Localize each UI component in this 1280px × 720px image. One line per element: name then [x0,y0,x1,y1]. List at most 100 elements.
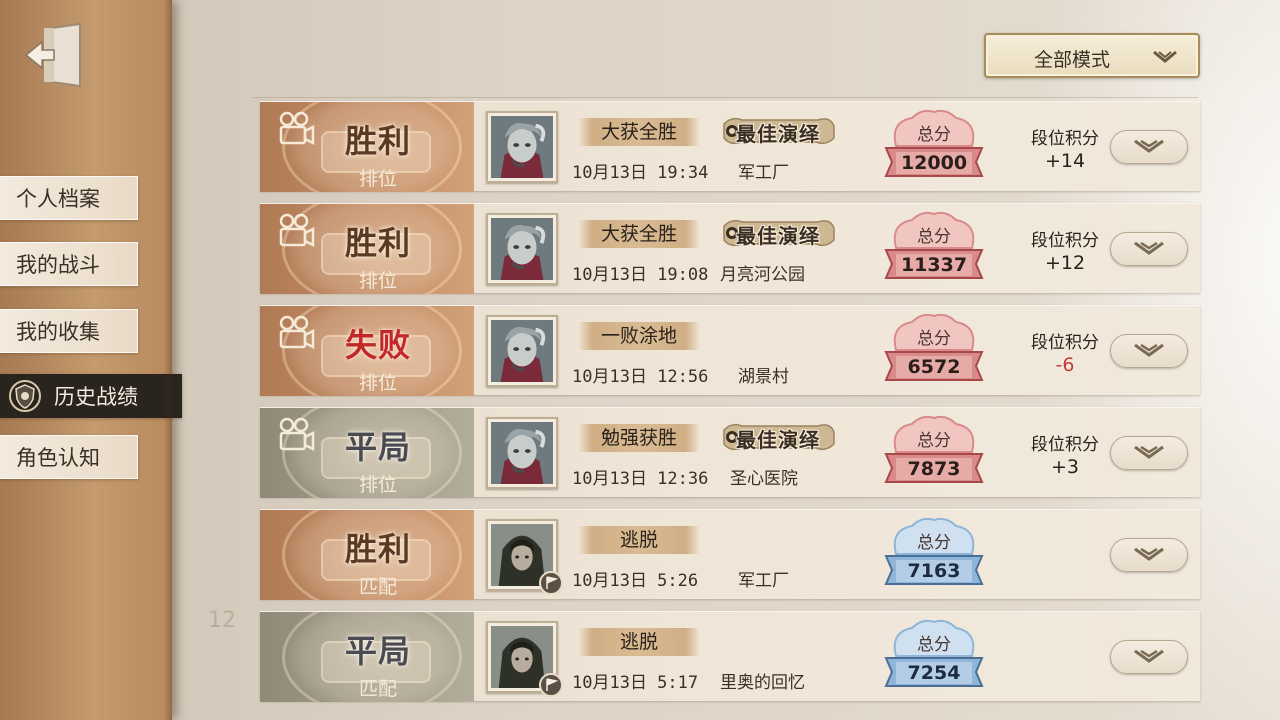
total-score-label: 总分 [917,431,951,451]
character-portrait [486,213,558,285]
nav-item-my-collection[interactable]: 我的收集 [0,309,138,353]
background-number: 12 [208,608,236,633]
map-name: 月亮河公园 [720,265,805,285]
mode-filter-label: 全部模式 [1034,49,1111,71]
outcome-label: 大获全胜 [578,220,700,248]
flag-icon [539,673,563,697]
total-score-badge: 总分 11337 [882,210,986,290]
match-result: 胜利 [344,530,411,568]
map-name: 圣心医院 [730,469,798,489]
match-datetime: 10月13日 5:17 [572,673,699,693]
total-score-label: 总分 [917,329,951,349]
chevron-down-icon [1134,649,1164,663]
expand-details-button[interactable] [1110,232,1188,266]
rank-points-label: 段位积分 [1031,333,1099,353]
match-datetime: 10月13日 12:56 [572,367,709,387]
total-score-badge: 总分 7163 [882,516,986,596]
map-name: 军工厂 [738,163,789,183]
result-badge: 失败 排位 [260,306,474,396]
map-name: 里奥的回忆 [720,673,805,693]
chevron-down-icon [1134,139,1164,153]
expand-details-button[interactable] [1110,436,1188,470]
outcome-label: 一败涂地 [578,322,700,350]
outcome-label: 逃脱 [578,526,700,554]
nav-item-match-history[interactable]: 历史战绩 [0,374,182,418]
rank-points-value: +14 [1044,150,1086,172]
chevron-down-icon [1134,241,1164,255]
rank-points-label: 段位积分 [1031,129,1099,149]
rank-points-value: +3 [1050,456,1079,478]
character-portrait [486,111,558,183]
match-type: 排位 [358,168,397,190]
result-badge: 胜利 排位 [260,204,474,294]
match-result: 胜利 [344,224,411,262]
mvp-label: 最佳演绎 [736,428,820,452]
match-type: 匹配 [358,576,397,598]
back-button[interactable] [22,20,88,90]
match-result: 失败 [344,326,411,364]
mvp-label: 最佳演绎 [736,122,820,146]
total-score-value: 7163 [907,560,961,582]
expand-details-button[interactable] [1110,130,1188,164]
total-score-label: 总分 [917,533,951,553]
rank-points-label: 段位积分 [1031,231,1099,251]
match-row[interactable]: 胜利 排位 大获全胜 最佳演绎 10月13日 19:34 军工厂 总分 1200… [260,101,1200,192]
mvp-badge: 最佳演绎 [722,420,836,454]
replay-camera-icon[interactable] [276,416,316,456]
match-row[interactable]: 胜利 排位 大获全胜 最佳演绎 10月13日 19:08 月亮河公园 总分 11… [260,203,1200,294]
match-result: 胜利 [344,122,411,160]
match-type: 排位 [358,270,397,292]
exit-door-icon [24,22,81,88]
mvp-label: 最佳演绎 [736,224,820,248]
mvp-badge: 最佳演绎 [722,216,836,250]
result-badge: 平局 匹配 [260,612,474,702]
replay-camera-icon[interactable] [276,110,316,150]
expand-details-button[interactable] [1110,334,1188,368]
replay-camera-icon[interactable] [276,314,316,354]
expand-details-button[interactable] [1110,640,1188,674]
total-score-label: 总分 [917,125,951,145]
match-result: 平局 [344,428,411,466]
expand-details-button[interactable] [1110,538,1188,572]
outcome-label: 勉强获胜 [578,424,700,452]
character-portrait [486,315,558,387]
total-score-value: 7873 [907,458,961,480]
nav-item-label: 历史战绩 [54,385,138,409]
nav-item-character-knowledge[interactable]: 角色认知 [0,435,138,479]
match-datetime: 10月13日 12:36 [572,469,709,489]
nav-item-my-battles[interactable]: 我的战斗 [0,242,138,286]
total-score-label: 总分 [917,635,951,655]
sidebar: 个人档案 我的战斗 我的收集 历史战绩 角色认知 [0,0,182,720]
match-type: 排位 [358,474,397,496]
nav-item-profile[interactable]: 个人档案 [0,176,138,220]
total-score-badge: 总分 6572 [882,312,986,392]
outcome-label: 逃脱 [578,628,700,656]
result-badge: 胜利 排位 [260,102,474,192]
nav-item-label: 我的战斗 [16,253,100,277]
nav-item-label: 个人档案 [16,187,100,211]
total-score-badge: 总分 7873 [882,414,986,494]
total-score-badge: 总分 7254 [882,618,986,698]
match-row[interactable]: 平局 排位 勉强获胜 最佳演绎 10月13日 12:36 圣心医院 总分 787… [260,407,1200,498]
total-score-value: 7254 [907,662,961,684]
mvp-badge: 最佳演绎 [722,114,836,148]
replay-camera-icon[interactable] [276,212,316,252]
shield-badge-icon [9,380,41,412]
rank-points-label: 段位积分 [1031,435,1099,455]
rank-points-value: +12 [1044,252,1086,274]
total-score-badge: 总分 12000 [882,108,986,188]
result-badge: 平局 排位 [260,408,474,498]
total-score-value: 11337 [900,254,968,276]
match-row[interactable]: 失败 排位 一败涂地 10月13日 12:56 湖景村 总分 6572 段位积分… [260,305,1200,396]
map-name: 军工厂 [738,571,789,591]
nav-item-label: 角色认知 [16,446,100,470]
mode-filter-dropdown[interactable]: 全部模式 [984,33,1200,78]
nav-item-label: 我的收集 [16,320,100,344]
match-type: 匹配 [358,678,397,700]
map-name: 湖景村 [738,367,789,387]
rank-points-value: -6 [1055,354,1075,376]
match-row[interactable]: 胜利 匹配 逃脱 10月13日 5:26 军工厂 总分 7163 [260,509,1200,600]
match-row[interactable]: 平局 匹配 逃脱 10月13日 5:17 里奥的回忆 总分 7254 [260,611,1200,702]
match-result: 平局 [344,632,411,670]
flag-icon [539,571,563,595]
